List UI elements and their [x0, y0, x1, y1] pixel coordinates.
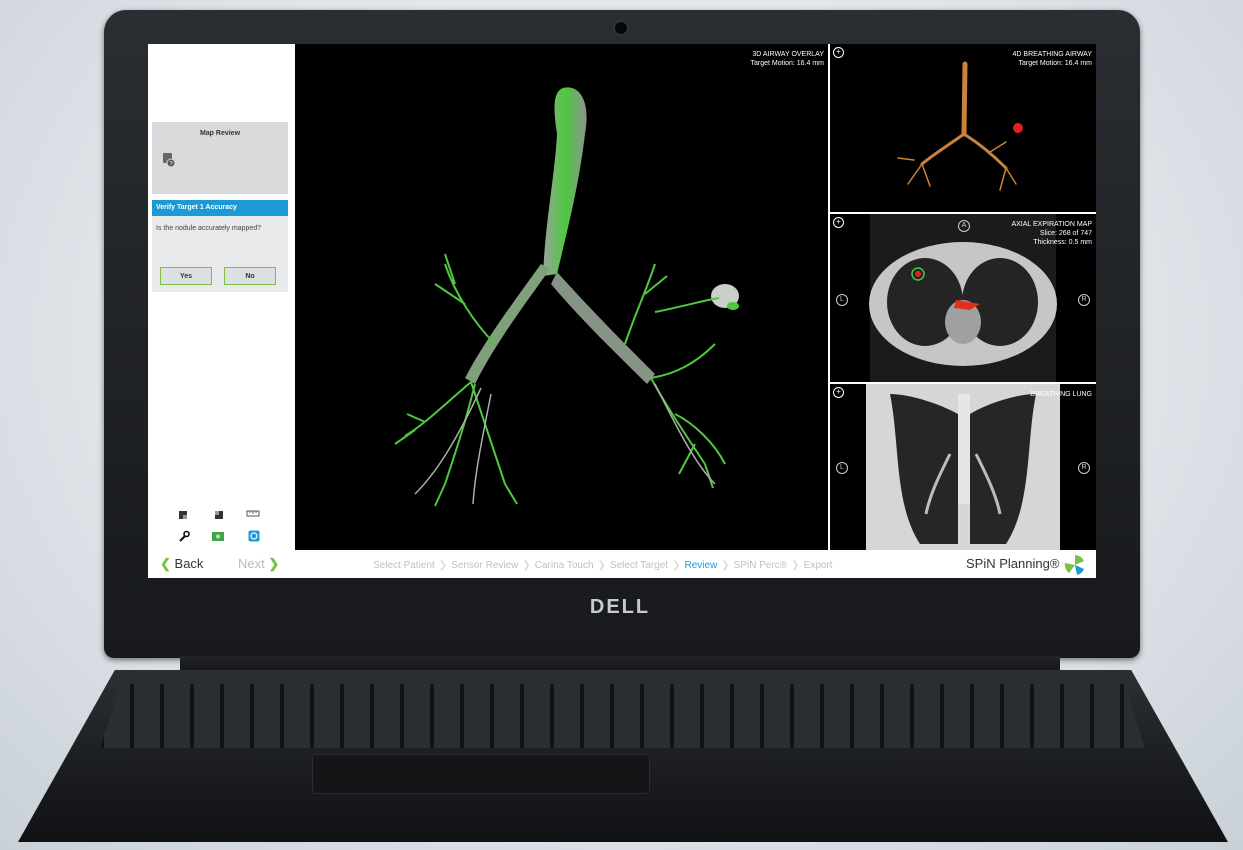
chevron-left-icon: ❮	[160, 556, 171, 571]
target-icon[interactable]	[248, 530, 260, 542]
tile-coronal-title: BREATHING LUNG	[1030, 391, 1092, 398]
view-icon[interactable]	[214, 510, 224, 520]
breadcrumb-separator-icon: ❯	[672, 560, 681, 571]
ruler-icon[interactable]	[246, 508, 260, 518]
no-button[interactable]: No	[224, 267, 276, 285]
breathing-lung-view[interactable]: + BREATHING LUNG L R	[830, 384, 1096, 550]
right-marker: R	[1078, 462, 1090, 474]
orange-airway-render	[897, 61, 1023, 191]
verify-target-card: Verify Target 1 Accuracy Is the nodule a…	[152, 200, 288, 292]
breadcrumb-step[interactable]: Select Target	[610, 560, 668, 571]
map-review-card: Map Review ?	[152, 122, 288, 194]
breadcrumb-step[interactable]: Export	[804, 560, 833, 571]
app-screen: Map Review ? Verify Target 1 Accuracy Is…	[148, 44, 1096, 578]
verify-target-header: Verify Target 1 Accuracy	[152, 200, 288, 216]
breathing-airway-view[interactable]: + 4D BREATHING AIRWAY Target Motion: 16.…	[830, 44, 1096, 212]
main-view-subtitle: Target Motion: 16.4 mm	[750, 60, 824, 67]
tile-4d-label: 4D BREATHING AIRWAY Target Motion: 16.4 …	[1013, 50, 1092, 68]
expand-icon[interactable]: +	[833, 47, 844, 58]
webcam-icon	[615, 22, 627, 34]
ct-coronal-slice	[866, 384, 1060, 550]
back-button[interactable]: ❮ Back	[160, 556, 203, 572]
expand-icon[interactable]: +	[833, 217, 844, 228]
main-view-title: 3D AIRWAY OVERLAY	[752, 51, 824, 58]
dell-logo: DELL	[589, 596, 651, 618]
breadcrumb-separator-icon: ❯	[597, 560, 606, 571]
next-label: Next	[238, 556, 265, 571]
breadcrumb-separator-icon: ❯	[522, 560, 531, 571]
left-marker: L	[836, 294, 848, 306]
breadcrumb-separator-icon: ❯	[721, 560, 730, 571]
airway-overlay-view[interactable]: 3D AIRWAY OVERLAY Target Motion: 16.4 mm	[295, 44, 828, 550]
breadcrumb-step[interactable]: Select Patient	[373, 560, 435, 571]
tile-coronal-label: BREATHING LUNG	[1030, 390, 1092, 399]
wrench-icon[interactable]	[178, 530, 190, 542]
sidebar: Map Review ? Verify Target 1 Accuracy Is…	[148, 44, 292, 571]
anterior-marker: A	[958, 220, 970, 232]
tile-axial-slice: Slice: 268 of 747	[1039, 230, 1092, 237]
tile-axial-label: AXIAL EXPIRATION MAP Slice: 268 of 747 T…	[1011, 220, 1092, 247]
view-icon[interactable]	[178, 510, 188, 520]
map-icon[interactable]	[212, 532, 224, 541]
yes-button[interactable]: Yes	[160, 267, 212, 285]
back-label: Back	[174, 556, 204, 571]
left-marker: L	[836, 462, 848, 474]
map-review-title: Map Review	[199, 130, 241, 137]
brand-name: SPiN Planning®	[966, 556, 1060, 571]
chevron-right-icon: ❯	[268, 556, 280, 571]
breadcrumb-step[interactable]: Sensor Review	[451, 560, 518, 571]
expand-icon[interactable]: +	[833, 387, 844, 398]
breadcrumb-separator-icon: ❯	[438, 560, 448, 571]
trackpad	[312, 754, 650, 794]
tile-axial-thickness: Thickness: 0.5 mm	[1033, 239, 1092, 246]
breadcrumb-separator-icon: ❯	[791, 560, 800, 571]
breadcrumb-step[interactable]: SPiN Perc®	[734, 560, 788, 571]
keyboard	[100, 684, 1145, 748]
next-button[interactable]: Next ❯	[238, 556, 279, 572]
tile-axial-title: AXIAL EXPIRATION MAP	[1011, 221, 1092, 228]
breadcrumb-step[interactable]: Carina Touch	[535, 560, 594, 571]
axial-expiration-view[interactable]: + AXIAL EXPIRATION MAP Slice: 268 of 747…	[830, 214, 1096, 382]
spin-logo-icon	[1064, 555, 1085, 575]
nodule-map-icon: ?	[163, 153, 176, 168]
tile-4d-title: 4D BREATHING AIRWAY	[1012, 51, 1092, 58]
airway-tree-render	[394, 87, 739, 507]
right-marker: R	[1078, 294, 1090, 306]
tile-4d-subtitle: Target Motion: 16.4 mm	[1018, 60, 1092, 67]
breadcrumb-step[interactable]: Review	[684, 560, 717, 571]
verify-question: Is the nodule accurately mapped?	[156, 225, 262, 232]
main-view-label: 3D AIRWAY OVERLAY Target Motion: 16.4 mm	[750, 50, 824, 68]
workflow-breadcrumb: Select Patient ❯ Sensor Review ❯ Carina Touc…	[373, 560, 893, 571]
